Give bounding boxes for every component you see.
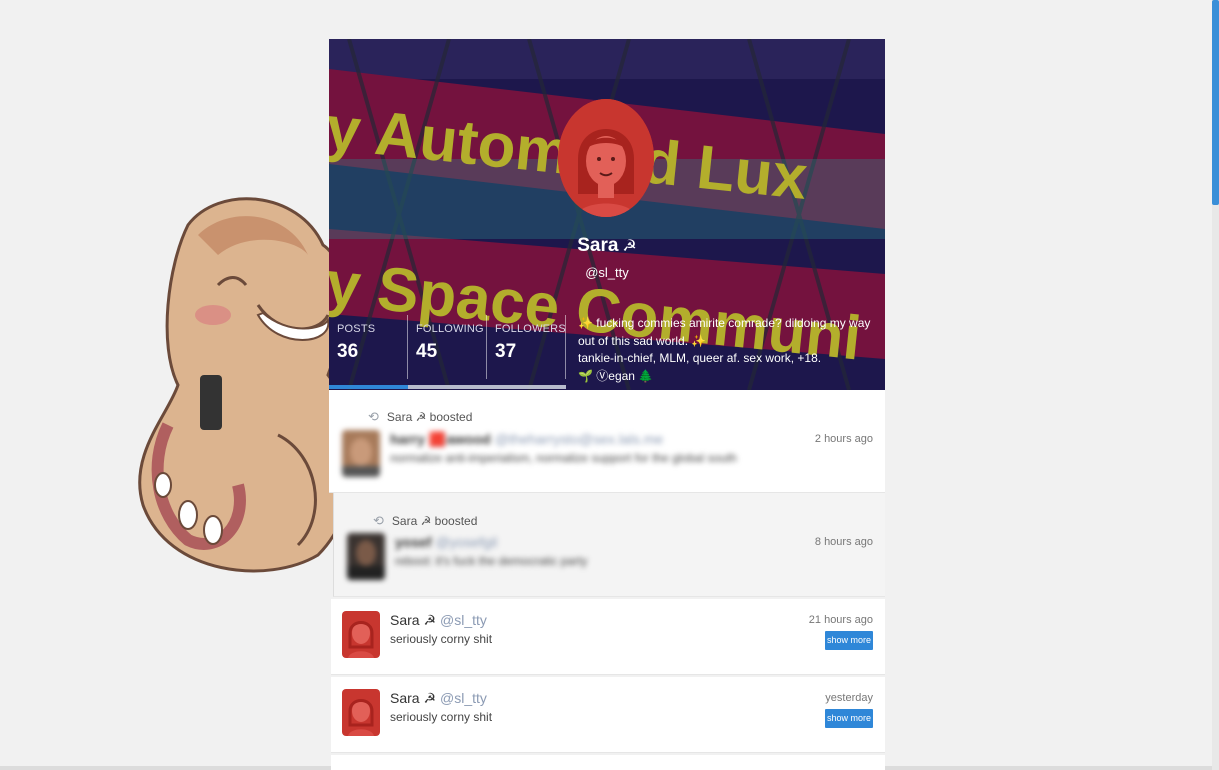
status-author[interactable]: Sara ☭ @sl_tty [390, 690, 487, 707]
bio-line: ✨ fucking commies amirite comrade? dildo… [578, 316, 871, 348]
profile-bio: ✨ fucking commies amirite comrade? dildo… [578, 315, 878, 385]
avatar-image [342, 430, 380, 477]
bio-line: tankie-in-chief, MLM, queer af. sex work… [578, 351, 822, 365]
status-time[interactable]: yesterday [825, 692, 873, 704]
show-more-button[interactable]: show more [825, 709, 873, 728]
author-handle: @sl_tty [440, 612, 487, 628]
status-item[interactable]: ⟲ Sara ☭ boosted harry 🟥awood @theharrysto… [329, 390, 885, 493]
author-name: Sara ☭ [390, 612, 437, 628]
author-handle: @yosefgil [435, 534, 498, 550]
author-name: Sara ☭ [390, 690, 437, 706]
stat-value: 36 [337, 341, 359, 362]
author-handle: @theharrysto@sex.lals.me [494, 431, 664, 447]
boost-line: ⟲ Sara ☭ boosted [368, 409, 472, 425]
author-name: harry 🟥awood [390, 431, 491, 447]
avatar-image [347, 533, 385, 580]
profile-column: y Autom ted Lux y Space Communi Sara☭ @s… [329, 39, 885, 770]
status-item[interactable]: Sara ☭ @sl_tty seriously corny shit 21 ho… [331, 599, 885, 675]
avatar-image [342, 611, 380, 658]
stat-tab-indicators [329, 385, 566, 389]
stat-posts[interactable]: POSTS 36 [329, 315, 408, 379]
boost-line: ⟲ Sara ☭ boosted [373, 513, 477, 529]
status-item-partial[interactable] [331, 755, 885, 770]
profile-header: y Autom ted Lux y Space Communi Sara☭ @s… [329, 39, 885, 390]
status-item[interactable]: Sara ☭ @sl_tty seriously corny shit yeste… [331, 677, 885, 753]
status-item[interactable]: ⟲ Sara ☭ boosted yosef @yosefgil reboot: i… [333, 493, 885, 597]
stat-value: 37 [495, 341, 517, 362]
status-time[interactable]: 8 hours ago [815, 536, 873, 548]
author-name: yosef [395, 534, 432, 550]
stat-label: FOLLOWERS [495, 323, 566, 335]
author-handle: @sl_tty [440, 690, 487, 706]
avatar-image [342, 689, 380, 736]
display-name-text: Sara [577, 235, 619, 256]
stat-value: 45 [416, 341, 438, 362]
status-text: seriously corny shit [390, 710, 493, 724]
status-time[interactable]: 21 hours ago [809, 614, 873, 626]
stat-indicator [408, 385, 487, 389]
stat-followers[interactable]: FOLLOWERS 37 [487, 315, 566, 379]
boosted-by-text: Sara ☭ boosted [391, 514, 478, 528]
profile-avatar[interactable] [558, 99, 654, 217]
retweet-icon: ⟲ [373, 513, 384, 528]
status-author[interactable]: harry 🟥awood @theharrysto@sex.lals.me [390, 431, 663, 448]
avatar-illustration [558, 99, 654, 217]
status-text: normalize anti-imperialism, normalize su… [390, 451, 737, 465]
status-author[interactable]: yosef @yosefgil [395, 534, 497, 550]
status-text: seriously corny shit [390, 632, 493, 646]
show-more-button[interactable]: show more [825, 631, 873, 650]
status-avatar[interactable] [342, 430, 380, 477]
stat-indicator [487, 385, 566, 389]
stat-indicator-active [329, 385, 408, 389]
stat-label: FOLLOWING [416, 323, 484, 335]
stat-following[interactable]: FOLLOWING 45 [408, 315, 487, 379]
username: @sl_tty [585, 265, 629, 280]
status-author[interactable]: Sara ☭ @sl_tty [390, 612, 487, 629]
status-avatar[interactable] [347, 533, 385, 580]
display-name: Sara ☭ [329, 235, 885, 257]
status-time[interactable]: 2 hours ago [815, 433, 873, 445]
boosted-by-text: Sara ☭ boosted [386, 410, 473, 424]
name-emoji: ☭ [622, 238, 637, 255]
profile-stats: POSTS 36 FOLLOWING 45 FOLLOWERS 37 [329, 315, 566, 387]
retweet-icon: ⟲ [368, 409, 379, 424]
status-avatar[interactable] [342, 689, 380, 736]
scrollbar-thumb[interactable] [1212, 0, 1219, 205]
bio-line: 🌱 Ⓥegan 🌲 [578, 368, 654, 383]
status-avatar[interactable] [342, 611, 380, 658]
stat-label: POSTS [337, 323, 376, 335]
status-text: reboot: it's fuck the democratic party [395, 554, 588, 568]
